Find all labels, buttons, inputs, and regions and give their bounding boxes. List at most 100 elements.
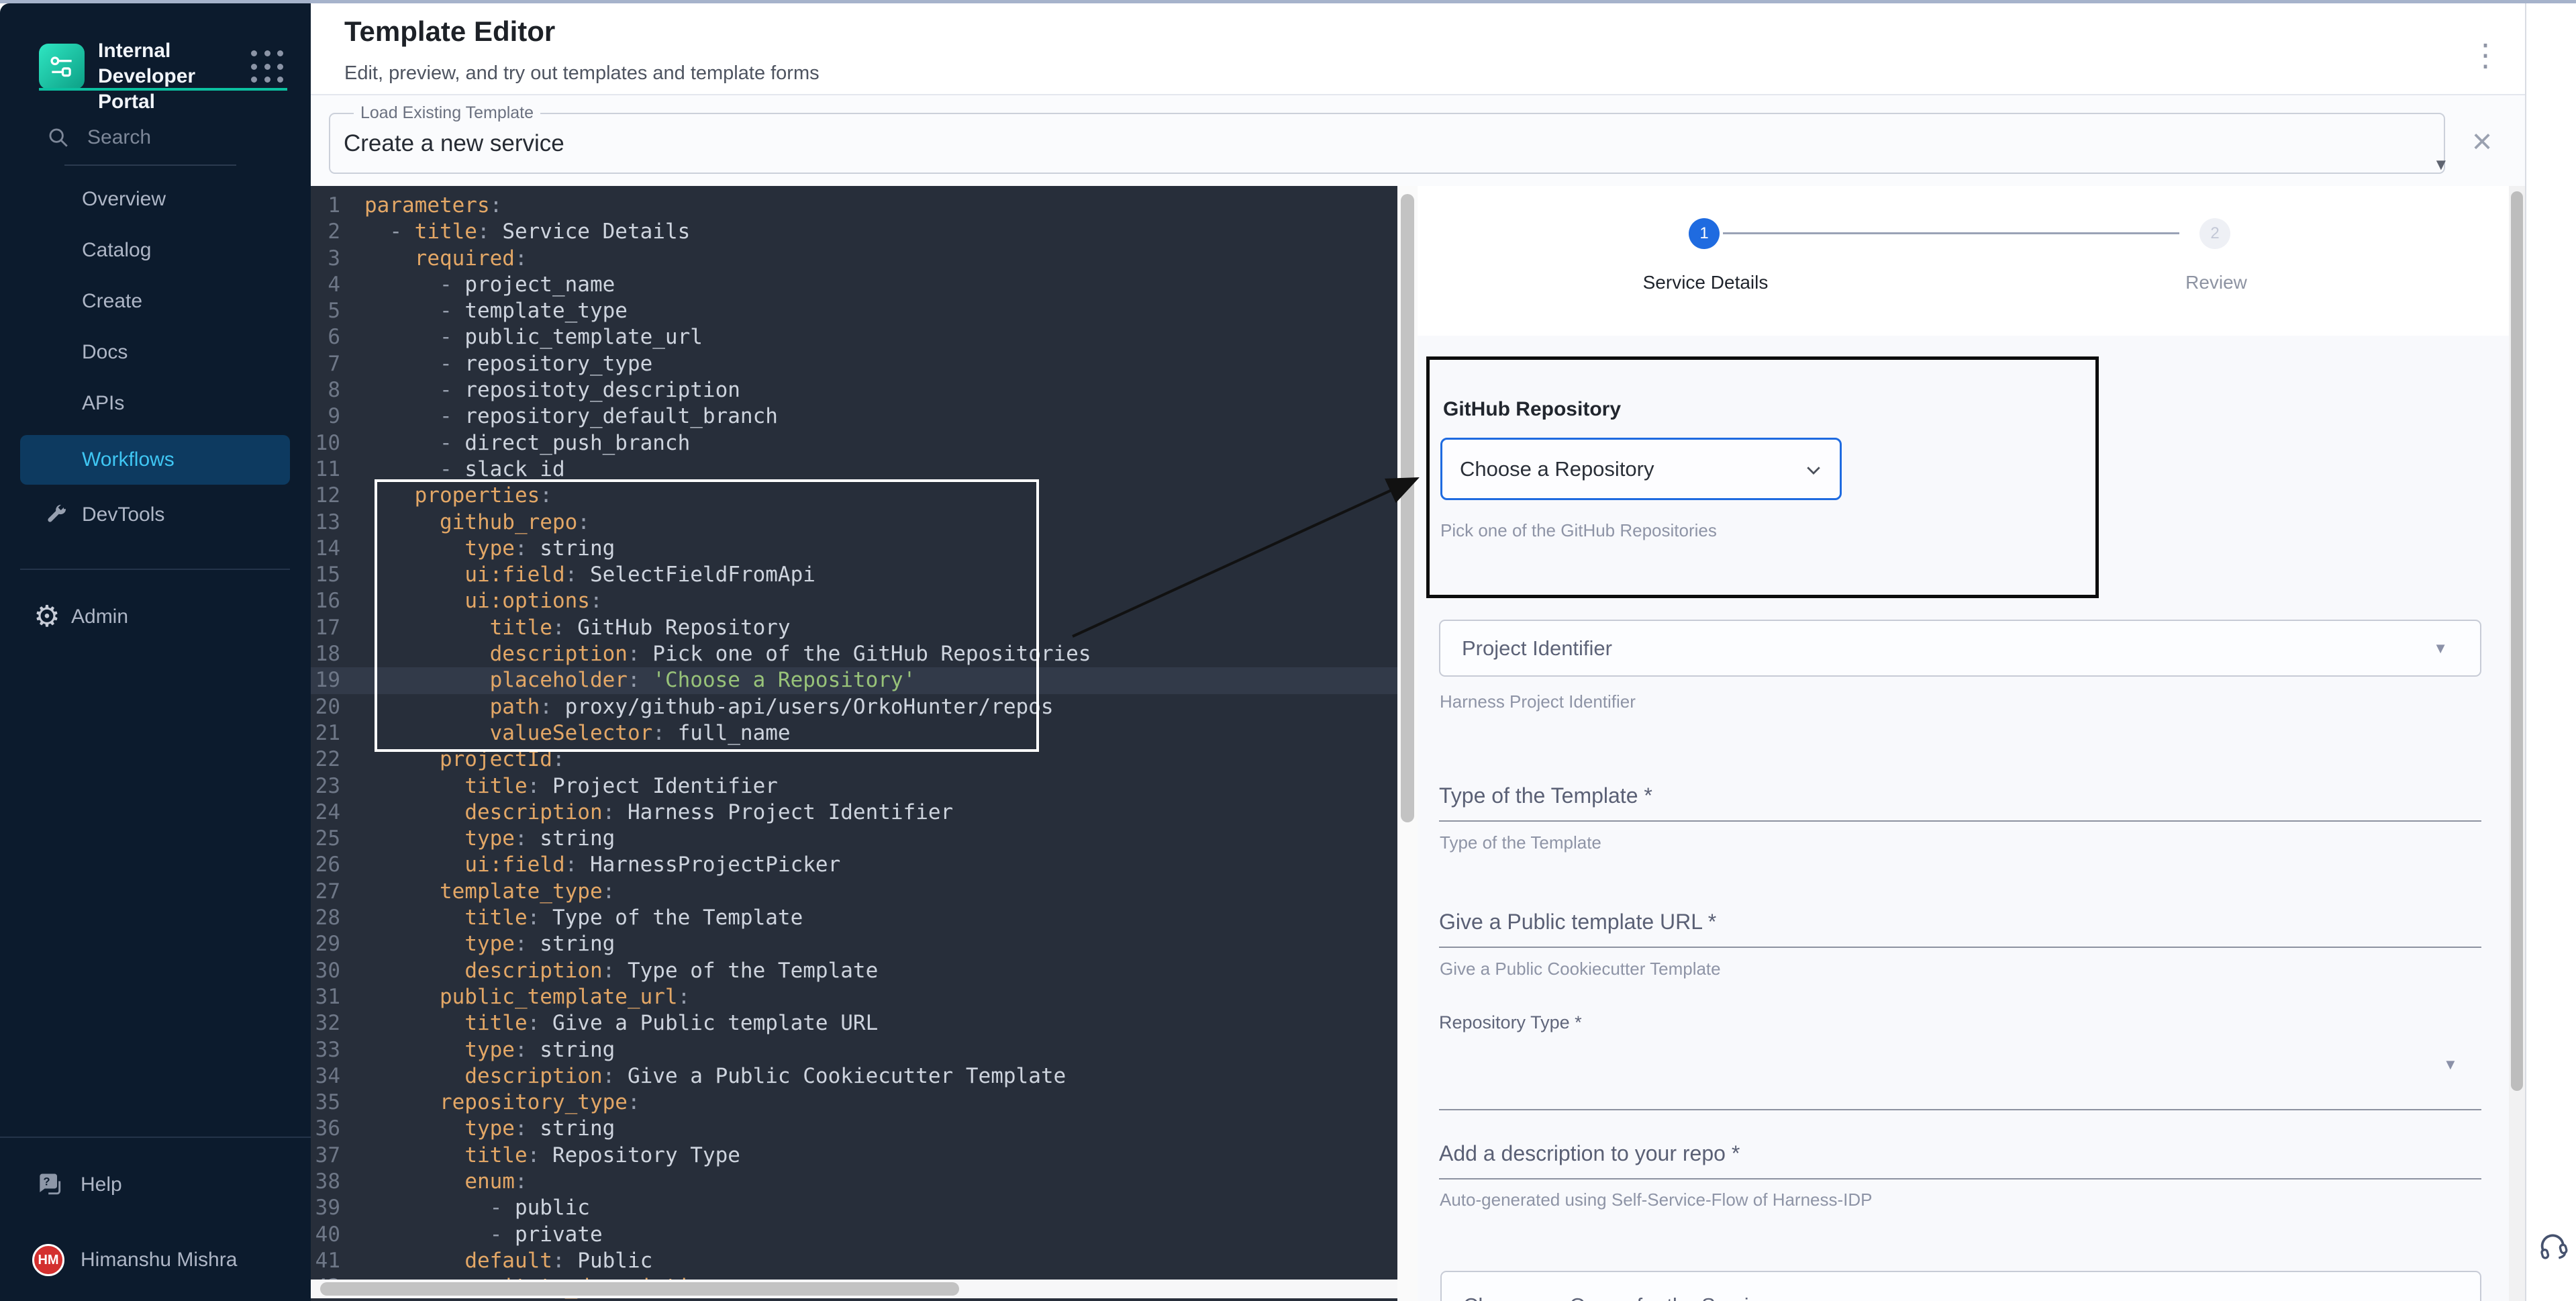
code-line[interactable]: 7 - repository_type bbox=[311, 351, 1397, 377]
code-line[interactable]: 9 - repository_default_branch bbox=[311, 403, 1397, 430]
owner-select[interactable]: Choose an Owner for the Service bbox=[1440, 1271, 2481, 1301]
code-line[interactable]: 4 - project_name bbox=[311, 272, 1397, 298]
dropdown-caret-icon: ▼ bbox=[2433, 640, 2448, 657]
gear-icon: ⚙ bbox=[32, 602, 62, 632]
sidebar: Internal Developer Portal Search Overvie… bbox=[0, 3, 311, 1301]
sidebar-item-label: Admin bbox=[71, 606, 128, 628]
editor-vertical-scrollbar bbox=[1397, 186, 1418, 1301]
search-placeholder: Search bbox=[87, 126, 151, 149]
code-line[interactable]: 26 ui:field: HarnessProjectPicker bbox=[311, 852, 1397, 878]
code-line[interactable]: 37 title: Repository Type bbox=[311, 1143, 1397, 1169]
code-line[interactable]: 10 - direct_push_branch bbox=[311, 430, 1397, 456]
sidebar-item-label: Create bbox=[82, 290, 142, 313]
code-line[interactable]: 41 default: Public bbox=[311, 1248, 1397, 1274]
panel-scroll-thumb[interactable] bbox=[2511, 191, 2523, 1091]
load-template-select[interactable]: ▼ bbox=[329, 113, 2445, 174]
repository-type-field[interactable]: Repository Type * bbox=[1439, 1012, 1582, 1033]
sidebar-item-workflows-active[interactable]: Workflows bbox=[20, 435, 290, 485]
stepper-connector bbox=[1723, 232, 2179, 234]
step-1-circle[interactable]: 1 bbox=[1689, 218, 1720, 249]
load-template-value: Create a new service bbox=[344, 130, 564, 157]
clear-template-icon[interactable]: × bbox=[2462, 122, 2502, 162]
wrench-icon bbox=[42, 500, 71, 530]
code-line[interactable]: 31 public_template_url: bbox=[311, 984, 1397, 1010]
support-headset-icon[interactable] bbox=[2532, 1224, 2573, 1265]
template-type-field[interactable]: Type of the Template * bbox=[1439, 783, 1652, 808]
page-subtitle: Edit, preview, and try out templates and… bbox=[344, 62, 820, 85]
code-annotation-rectangle bbox=[375, 479, 1039, 752]
code-line[interactable]: 1parameters: bbox=[311, 193, 1397, 219]
editor-horizontal-scrollbar bbox=[311, 1280, 1397, 1298]
idp-logo-icon bbox=[47, 52, 77, 81]
github-repository-select[interactable]: Choose a Repository bbox=[1440, 438, 1842, 500]
public-url-field[interactable]: Give a Public template URL * bbox=[1439, 910, 1716, 934]
code-line[interactable]: 35 repository_type: bbox=[311, 1090, 1397, 1116]
search-input[interactable]: Search bbox=[47, 123, 275, 152]
repo-description-field[interactable]: Add a description to your repo * bbox=[1439, 1141, 1740, 1166]
repo-description-helper: Auto-generated using Self-Service-Flow o… bbox=[1440, 1190, 1873, 1210]
code-line[interactable]: 23 title: Project Identifier bbox=[311, 773, 1397, 800]
panel-scrollbar bbox=[2509, 186, 2525, 1301]
sidebar-item-label: Catalog bbox=[82, 239, 151, 262]
sidebar-item-devtools[interactable]: DevTools bbox=[0, 495, 311, 535]
project-identifier-helper: Harness Project Identifier bbox=[1440, 691, 1636, 712]
avatar: HM bbox=[32, 1244, 64, 1276]
search-icon bbox=[47, 126, 70, 149]
code-line[interactable]: 36 type: string bbox=[311, 1116, 1397, 1142]
code-line[interactable]: 38 enum: bbox=[311, 1169, 1397, 1195]
sidebar-item-docs[interactable]: Docs bbox=[0, 332, 311, 373]
project-identifier-select[interactable]: Project Identifier ▼ bbox=[1439, 620, 2481, 677]
dropdown-caret-icon: ▼ bbox=[2433, 156, 2449, 175]
code-line[interactable]: 34 description: Give a Public Cookiecutt… bbox=[311, 1063, 1397, 1090]
sidebar-item-overview[interactable]: Overview bbox=[0, 179, 311, 220]
app-logo[interactable] bbox=[39, 44, 85, 89]
code-line[interactable]: 32 title: Give a Public template URL bbox=[311, 1010, 1397, 1037]
editor-vertical-scroll-thumb[interactable] bbox=[1401, 194, 1414, 822]
sidebar-item-apis[interactable]: APIs bbox=[0, 383, 311, 424]
template-type-helper: Type of the Template bbox=[1440, 832, 1601, 853]
code-line[interactable]: 2 - title: Service Details bbox=[311, 219, 1397, 245]
project-identifier-value: Project Identifier bbox=[1462, 636, 1612, 661]
page-header: Template Editor Edit, preview, and try o… bbox=[311, 3, 2525, 94]
user-name: Himanshu Mishra bbox=[81, 1249, 237, 1271]
sidebar-item-label: Workflows bbox=[82, 448, 175, 471]
sidebar-item-label: DevTools bbox=[82, 503, 164, 526]
user-menu[interactable]: HM Himanshu Mishra bbox=[32, 1244, 237, 1276]
code-line[interactable]: 28 title: Type of the Template bbox=[311, 905, 1397, 931]
code-line[interactable]: 29 type: string bbox=[311, 931, 1397, 957]
code-line[interactable]: 5 - template_type bbox=[311, 298, 1397, 324]
sidebar-item-admin[interactable]: ⚙ Admin bbox=[0, 597, 311, 637]
code-line[interactable]: 33 type: string bbox=[311, 1037, 1397, 1063]
apps-grid-icon[interactable] bbox=[251, 50, 286, 85]
owner-select-value: Choose an Owner for the Service bbox=[1463, 1294, 1771, 1301]
sidebar-item-create[interactable]: Create bbox=[0, 281, 311, 322]
template-type-underline bbox=[1439, 820, 2481, 822]
load-template-bar: ▼ Load Existing Template Create a new se… bbox=[311, 94, 2525, 186]
repository-type-underline bbox=[1439, 1109, 2481, 1110]
yaml-code-editor[interactable]: 1parameters:2 - title: Service Details3 … bbox=[311, 186, 1397, 1301]
code-line[interactable]: 6 - public_template_url bbox=[311, 324, 1397, 350]
app-title: Internal Developer Portal bbox=[98, 38, 246, 115]
code-line[interactable]: 30 description: Type of the Template bbox=[311, 958, 1397, 984]
public-url-underline bbox=[1439, 947, 2481, 948]
step-2-label: Review bbox=[2132, 272, 2300, 293]
brand-divider bbox=[39, 88, 287, 91]
help-button[interactable]: ? Help bbox=[35, 1170, 122, 1200]
step-2-circle[interactable]: 2 bbox=[2199, 218, 2230, 249]
code-line[interactable]: 27 template_type: bbox=[311, 879, 1397, 905]
code-line[interactable]: 3 required: bbox=[311, 246, 1397, 272]
sidebar-item-label: Docs bbox=[82, 341, 128, 364]
github-repository-helper: Pick one of the GitHub Repositories bbox=[1440, 520, 1717, 541]
code-line[interactable]: 8 - repositoty_description bbox=[311, 377, 1397, 403]
editor-horizontal-scroll-thumb[interactable] bbox=[320, 1282, 959, 1296]
github-repository-select-value: Choose a Repository bbox=[1460, 457, 1654, 481]
code-line[interactable]: 24 description: Harness Project Identifi… bbox=[311, 800, 1397, 826]
load-template-label: Load Existing Template bbox=[354, 103, 540, 123]
page-title: Template Editor bbox=[344, 15, 555, 48]
code-line[interactable]: 39 - public bbox=[311, 1195, 1397, 1221]
code-line[interactable]: 40 - private bbox=[311, 1222, 1397, 1248]
kebab-menu-icon[interactable]: ⋮ bbox=[2469, 34, 2502, 81]
code-line[interactable]: 25 type: string bbox=[311, 826, 1397, 852]
sidebar-item-catalog[interactable]: Catalog bbox=[0, 230, 311, 271]
search-underline bbox=[64, 164, 236, 166]
